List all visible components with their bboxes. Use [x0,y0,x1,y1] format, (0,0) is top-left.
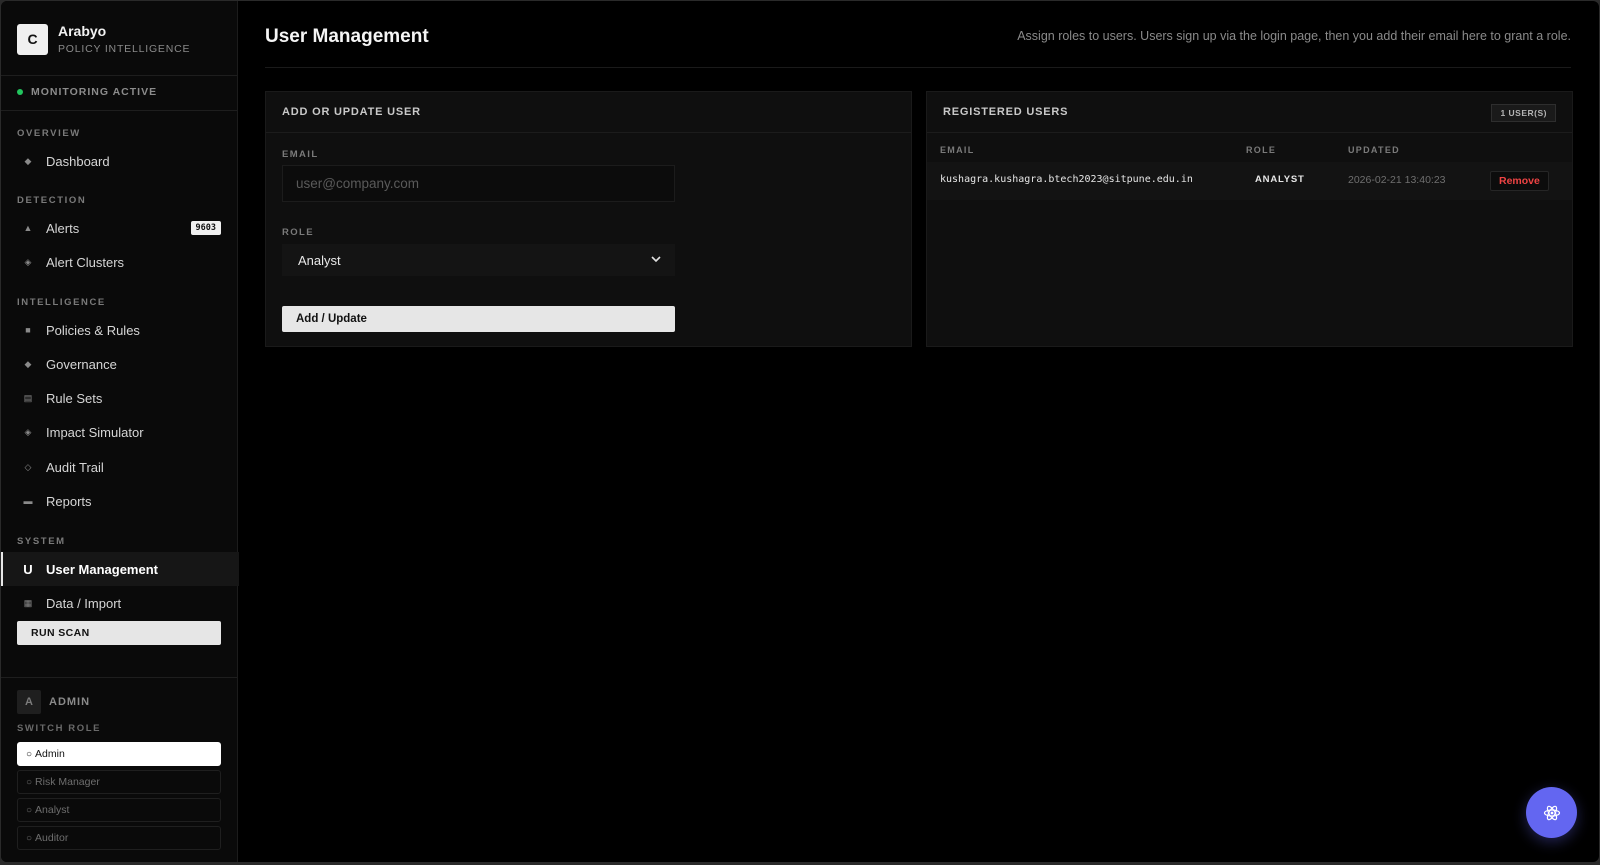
panel-title-text: REGISTERED USERS [943,106,1069,118]
section-overview: OVERVIEW [17,128,81,139]
divider [1,677,237,678]
sidebar-item-label: Reports [46,493,92,509]
role-select[interactable]: Analyst [282,244,675,276]
user-updated: 2026-02-21 13:40:23 [1348,174,1446,186]
brand-name: Arabyo [58,23,107,39]
grid-icon: ▦ [23,597,33,608]
monitoring-label: MONITORING ACTIVE [31,86,158,98]
role-select-value: Analyst [298,252,341,268]
sidebar-item-rule-sets[interactable]: ▤ Rule Sets [1,381,237,415]
brand: C Arabyo POLICY INTELLIGENCE [17,21,190,57]
role-option-risk-manager[interactable]: ○ Risk Manager [17,770,221,794]
user-role-badge: ANALYST [1255,174,1305,185]
role-option-label: Analyst [35,804,70,816]
role-option-analyst[interactable]: ○ Analyst [17,798,221,822]
section-detection: DETECTION [17,195,87,206]
brand-subtitle: POLICY INTELLIGENCE [58,43,191,55]
sidebar-item-reports[interactable]: ▬ Reports [1,484,237,518]
sidebar-item-alert-clusters[interactable]: ◈ Alert Clusters [1,245,237,279]
diamond-icon: ◆ [24,358,32,369]
email-label: EMAIL [282,149,319,160]
role-option-label: Auditor [35,832,69,844]
avatar: A [17,690,41,714]
radio-icon: ○ [26,776,33,788]
sidebar-item-dashboard[interactable]: ◆ Dashboard [1,144,237,178]
current-user: A ADMIN [17,690,90,714]
remove-user-button[interactable]: Remove [1490,171,1549,191]
diamond-outline-icon: ◇ [24,461,32,472]
column-header-role: ROLE [1246,145,1277,155]
sidebar: C Arabyo POLICY INTELLIGENCE MONITORING … [1,1,239,862]
diamond-icon: ◆ [24,155,32,166]
triangle-icon: ▲ [23,223,33,233]
divider [1,110,237,111]
role-option-admin[interactable]: ○ Admin [17,742,221,766]
column-header-updated: UPDATED [1348,145,1400,155]
radio-icon: ○ [26,748,33,760]
list-icon: ▤ [23,392,33,403]
add-user-panel: ADD OR UPDATE USER EMAIL ROLE Analyst Ad… [265,91,912,347]
section-system: SYSTEM [17,536,66,547]
sidebar-item-alerts[interactable]: ▲ Alerts 9603 [1,211,237,245]
radio-icon: ○ [26,804,33,816]
column-header-email: EMAIL [940,145,975,155]
page-title: User Management [265,26,429,47]
user-letter-icon: U [23,561,33,577]
sidebar-item-label: Impact Simulator [46,424,144,440]
sidebar-item-label: Data / Import [46,595,122,611]
sidebar-item-policies[interactable]: ■ Policies & Rules [1,313,237,347]
sidebar-item-data-import[interactable]: ▦ Data / Import [1,586,237,620]
assistant-fab-button[interactable] [1526,787,1577,838]
sidebar-item-label: Alerts [46,220,80,236]
user-role-label: ADMIN [49,696,91,708]
switch-role-label: SWITCH ROLE [17,723,102,734]
sidebar-item-label: Dashboard [46,153,110,169]
sidebar-item-audit-trail[interactable]: ◇ Audit Trail [1,450,237,484]
panel-title: REGISTERED USERS 1 USER(S) [927,92,1572,133]
radio-icon: ○ [26,832,33,844]
panel-title: ADD OR UPDATE USER [266,92,911,133]
run-scan-button[interactable]: RUN SCAN [17,621,221,645]
role-option-label: Admin [35,748,65,760]
user-email: kushagra.kushagra.btech2023@sitpune.edu.… [940,174,1193,185]
sidebar-item-user-management[interactable]: U User Management [1,552,239,586]
brand-logo: C [17,23,48,55]
sidebar-item-label: Audit Trail [46,459,104,475]
sidebar-item-impact-simulator[interactable]: ◈ Impact Simulator [1,415,237,449]
divider [265,67,1571,68]
user-count-badge: 1 USER(S) [1491,104,1556,122]
role-label: ROLE [282,227,314,238]
add-update-button[interactable]: Add / Update [282,306,675,332]
atom-icon [1543,805,1560,820]
page-subtitle: Assign roles to users. Users sign up via… [1017,29,1571,43]
sidebar-item-label: Alert Clusters [46,254,125,270]
role-option-auditor[interactable]: ○ Auditor [17,826,221,850]
email-field[interactable] [282,165,675,202]
sidebar-item-governance[interactable]: ◆ Governance [1,347,237,381]
divider [1,75,237,76]
registered-users-panel: REGISTERED USERS 1 USER(S) EMAIL ROLE UP… [926,91,1573,347]
sidebar-item-label: User Management [46,561,158,577]
app-window: C Arabyo POLICY INTELLIGENCE MONITORING … [1,1,1599,862]
cluster-diamond-icon: ◈ [24,256,32,267]
sidebar-item-label: Policies & Rules [46,322,140,338]
monitoring-status: MONITORING ACTIVE [17,86,157,98]
table-row: kushagra.kushagra.btech2023@sitpune.edu.… [927,162,1572,200]
status-dot-icon [17,89,23,95]
sidebar-item-label: Governance [46,356,117,372]
alerts-count-badge: 9603 [190,221,221,235]
section-intelligence: INTELLIGENCE [17,297,106,308]
role-option-label: Risk Manager [35,776,100,788]
rect-icon: ▬ [23,496,33,506]
chevron-down-icon [651,256,661,263]
sidebar-item-label: Rule Sets [46,390,103,406]
square-icon: ■ [25,325,31,335]
diamond-icon: ◈ [24,426,32,437]
